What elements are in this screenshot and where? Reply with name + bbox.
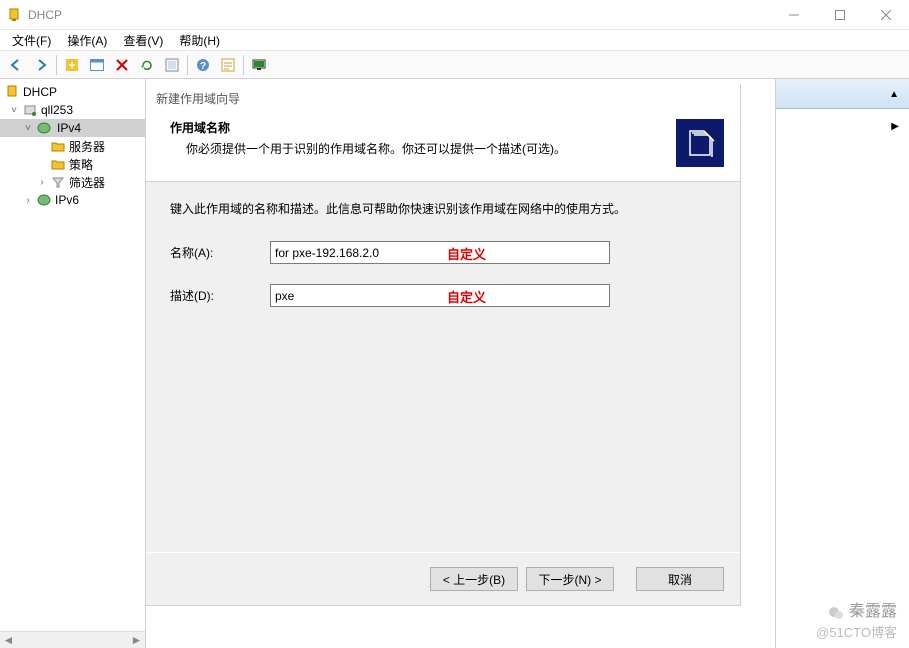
tree-ipv4[interactable]: ˅ IPv4 (0, 119, 145, 137)
wizard-subheading: 你必须提供一个用于识别的作用域名称。你还可以提供一个描述(可选)。 (170, 140, 676, 157)
back-button[interactable]: < 上一步(B) (430, 567, 518, 591)
help-button[interactable]: ? (191, 54, 215, 76)
expander-icon[interactable]: › (22, 194, 34, 206)
tree-scrollbar[interactable]: ◄ ► (0, 631, 145, 648)
name-label: 名称(A): (170, 244, 270, 261)
export-button[interactable] (160, 54, 184, 76)
tree-root[interactable]: DHCP (0, 83, 145, 101)
ipv4-icon (36, 120, 52, 136)
filter-icon (50, 174, 66, 190)
watermark-source: @51CTO博客 (816, 624, 897, 642)
next-button[interactable]: 下一步(N) > (526, 567, 614, 591)
wizard-icon (676, 119, 724, 167)
actions-panel: ▲ ▶ (775, 79, 909, 648)
cancel-button[interactable]: 取消 (636, 567, 724, 591)
folder-icon (50, 156, 66, 172)
wizard-title: 新建作用域向导 (146, 84, 740, 113)
ipv6-icon (36, 192, 52, 208)
desc-label: 描述(D): (170, 287, 270, 304)
tree-panel: DHCP ˅ qll253 ˅ IPv4 服务器 策略 › 筛选器 › IP (0, 79, 146, 648)
todo-button[interactable] (216, 54, 240, 76)
desc-row: 描述(D): 自定义 (170, 284, 716, 307)
title-bar: DHCP (0, 0, 909, 30)
window-controls (771, 0, 909, 30)
wizard-instruction: 键入此作用域的名称和描述。此信息可帮助你快速识别该作用域在网络中的使用方式。 (170, 200, 716, 217)
tree-server-options[interactable]: 服务器 (0, 137, 145, 155)
tree-ipv6[interactable]: › IPv6 (0, 191, 145, 209)
custom-annotation: 自定义 (447, 287, 486, 306)
main-area: DHCP ˅ qll253 ˅ IPv4 服务器 策略 › 筛选器 › IP (0, 79, 909, 648)
wizard-dialog: 新建作用域向导 作用域名称 你必须提供一个用于识别的作用域名称。你还可以提供一个… (146, 84, 741, 606)
tree-policy[interactable]: 策略 (0, 155, 145, 173)
expander-icon[interactable]: ˅ (22, 122, 34, 134)
nav-forward-button[interactable] (29, 54, 53, 76)
watermark: 秦露露 @51CTO博客 (816, 601, 897, 642)
delete-button[interactable] (110, 54, 134, 76)
monitor-button[interactable] (247, 54, 271, 76)
wizard-heading: 作用域名称 (170, 119, 676, 136)
wizard-footer: < 上一步(B) 下一步(N) > 取消 (146, 552, 740, 605)
toolbar-separator (187, 55, 188, 75)
tree-filter[interactable]: › 筛选器 (0, 173, 145, 191)
close-button[interactable] (863, 0, 909, 30)
svg-text:?: ? (200, 61, 206, 72)
scroll-left-icon[interactable]: ◄ (0, 632, 17, 648)
expand-right-icon[interactable]: ▶ (891, 121, 899, 132)
window-title: DHCP (28, 8, 771, 22)
menu-bar: 文件(F) 操作(A) 查看(V) 帮助(H) (0, 30, 909, 51)
wizard-body: 键入此作用域的名称和描述。此信息可帮助你快速识别该作用域在网络中的使用方式。 名… (146, 182, 740, 552)
toolbar-separator (56, 55, 57, 75)
dhcp-icon (4, 84, 20, 100)
toolbar-separator (243, 55, 244, 75)
wizard-header: 作用域名称 你必须提供一个用于识别的作用域名称。你还可以提供一个描述(可选)。 (146, 113, 740, 182)
name-input[interactable] (270, 241, 610, 264)
wechat-icon (827, 604, 845, 622)
content-panel: 新建作用域向导 作用域名称 你必须提供一个用于识别的作用域名称。你还可以提供一个… (146, 79, 775, 648)
menu-view[interactable]: 查看(V) (115, 30, 171, 51)
menu-action[interactable]: 操作(A) (59, 30, 115, 51)
toolbar: ? (0, 51, 909, 79)
nav-back-button[interactable] (4, 54, 28, 76)
server-icon (22, 102, 38, 118)
expander-icon[interactable]: › (36, 176, 48, 188)
minimize-button[interactable] (771, 0, 817, 30)
menu-help[interactable]: 帮助(H) (171, 30, 228, 51)
add-button[interactable] (60, 54, 84, 76)
collapse-up-icon[interactable]: ▲ (889, 89, 899, 100)
wizard-header-text: 作用域名称 你必须提供一个用于识别的作用域名称。你还可以提供一个描述(可选)。 (170, 119, 676, 167)
maximize-button[interactable] (817, 0, 863, 30)
refresh-button[interactable] (135, 54, 159, 76)
scroll-right-icon[interactable]: ► (128, 632, 145, 648)
menu-file[interactable]: 文件(F) (4, 30, 59, 51)
tree-server[interactable]: ˅ qll253 (0, 101, 145, 119)
scroll-track[interactable] (17, 632, 128, 648)
desc-input[interactable] (270, 284, 610, 307)
watermark-author: 秦露露 (816, 601, 897, 623)
folder-icon (50, 138, 66, 154)
expander-icon[interactable]: ˅ (8, 104, 20, 116)
panel-button[interactable] (85, 54, 109, 76)
name-row: 名称(A): 自定义 (170, 241, 716, 264)
custom-annotation: 自定义 (447, 244, 486, 263)
app-icon (6, 7, 22, 23)
